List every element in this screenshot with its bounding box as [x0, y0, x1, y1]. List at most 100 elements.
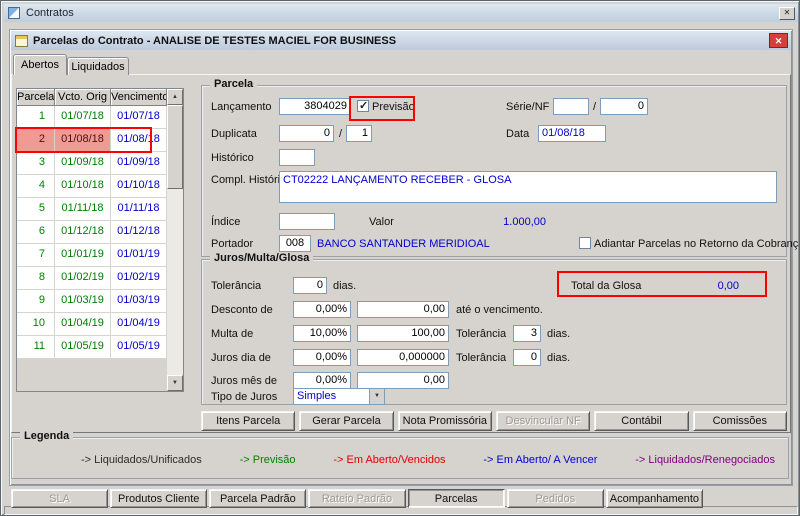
multa-pct-input[interactable]: 10,00%	[293, 325, 351, 342]
legend-title: Legenda	[20, 430, 74, 442]
cell-parcela: 1	[17, 106, 55, 129]
indice-input[interactable]	[279, 213, 335, 230]
multa-tolerancia-input[interactable]: 3	[513, 325, 541, 342]
indice-label: Índice	[211, 216, 241, 228]
dialog-titlebar[interactable]: Parcelas do Contrato - ANALISE DE TESTES…	[11, 31, 791, 50]
lancamento-input[interactable]: 3804029	[279, 98, 351, 115]
legend-item-em-aberto-vencidos: -> Em Aberto/Vencidos	[333, 454, 446, 466]
cell-parcela: 4	[17, 175, 55, 198]
data-input[interactable]: 01/08/18	[538, 125, 606, 142]
cell-venc: 01/11/18	[111, 198, 167, 221]
cell-parcela: 3	[17, 152, 55, 175]
cell-venc: 01/05/19	[111, 336, 167, 359]
juros-mes-pct-input[interactable]: 0,00%	[293, 372, 351, 389]
legend-item-em-aberto-a-vencer: -> Em Aberto/ A Vencer	[483, 454, 598, 466]
cell-vcto: 01/09/18	[55, 152, 111, 175]
nav-button-produtos-cliente[interactable]: Produtos Cliente	[110, 489, 208, 508]
tolerancia-input[interactable]: 0	[293, 277, 327, 294]
table-row-parcela-1[interactable]: 1 01/07/18 01/07/18	[17, 106, 167, 129]
ate-vencimento-label: até o vencimento.	[456, 304, 543, 316]
column-header-parcela[interactable]: Parcela	[17, 89, 55, 106]
serie-nf-label: Série/NF	[506, 101, 550, 113]
scroll-up-icon[interactable]: ▲	[167, 89, 183, 105]
juros-group-title: Juros/Multa/Glosa	[210, 252, 314, 264]
portador-label: Portador	[211, 238, 254, 250]
table-row-parcela-4[interactable]: 4 01/10/18 01/10/18	[17, 175, 167, 198]
dialog-title: Parcelas do Contrato - ANALISE DE TESTES…	[33, 34, 397, 47]
compl-historico-input[interactable]: CT02222 LANÇAMENTO RECEBER - GLOSA	[279, 171, 777, 203]
tab-liquidados[interactable]: Liquidados	[67, 57, 129, 75]
table-row-parcela-9[interactable]: 9 01/03/19 01/03/19	[17, 290, 167, 313]
table-row-parcela-10[interactable]: 10 01/04/19 01/04/19	[17, 313, 167, 336]
cell-venc: 01/08/18	[111, 129, 167, 152]
outer-titlebar[interactable]: Contratos ✕	[4, 4, 798, 22]
parcelas-grid: Parcela Vcto. Orig Vencimento 1 01/07/18 01/…	[16, 88, 184, 392]
action-button-contabil[interactable]: Contábil	[594, 411, 689, 431]
table-row-parcela-8[interactable]: 8 01/02/19 01/02/19	[17, 267, 167, 290]
action-button-desvincular-nf: Desvincular NF	[495, 411, 591, 431]
juros-dia-tolerancia-input[interactable]: 0	[513, 349, 541, 366]
cell-vcto: 01/02/19	[55, 267, 111, 290]
cell-parcela: 8	[17, 267, 55, 290]
tipo-juros-label: Tipo de Juros	[211, 391, 278, 403]
cell-venc: 01/09/18	[111, 152, 167, 175]
cell-venc: 01/01/19	[111, 244, 167, 267]
cell-parcela: 5	[17, 198, 55, 221]
nav-button-parcelas[interactable]: Parcelas	[407, 489, 505, 508]
table-row-parcela-6[interactable]: 6 01/12/18 01/12/18	[17, 221, 167, 244]
tab-abertos[interactable]: Abertos	[13, 54, 67, 75]
juros-dia-pct-input[interactable]: 0,00%	[293, 349, 351, 366]
dialog-close-button[interactable]: ✕	[769, 33, 788, 48]
outer-close-button[interactable]: ✕	[779, 6, 795, 20]
cell-vcto: 01/01/19	[55, 244, 111, 267]
scroll-down-icon[interactable]: ▼	[167, 375, 183, 391]
table-row-parcela-3[interactable]: 3 01/09/18 01/09/18	[17, 152, 167, 175]
valor-label: Valor	[369, 216, 394, 228]
combo-arrow-icon[interactable]: ▼	[369, 389, 384, 404]
juros-dia-valor-input[interactable]: 0,000000	[357, 349, 449, 366]
table-row-parcela-7[interactable]: 7 01/01/19 01/01/19	[17, 244, 167, 267]
duplicata-input[interactable]: 0	[279, 125, 334, 142]
parcelas-grid-rows: 1 01/07/18 01/07/18 2 01/08/18 01/08/18 3 01/09…	[17, 106, 167, 391]
nav-button-acompanhamento[interactable]: Acompanhamento	[605, 489, 703, 508]
cell-venc: 01/07/18	[111, 106, 167, 129]
juros-mes-valor-input[interactable]: 0,00	[357, 372, 449, 389]
desconto-label: Desconto de	[211, 304, 273, 316]
portador-code-input[interactable]: 008	[279, 235, 311, 252]
cell-parcela: 6	[17, 221, 55, 244]
desconto-pct-input[interactable]: 0,00%	[293, 301, 351, 318]
tipo-juros-select[interactable]: Simples ▼	[293, 388, 385, 405]
cell-vcto: 01/08/18	[55, 129, 111, 152]
column-header-vencimento[interactable]: Vencimento	[111, 89, 167, 106]
action-button-gerar-parcela[interactable]: Gerar Parcela	[299, 411, 394, 431]
total-glosa-label: Total da Glosa	[571, 280, 642, 292]
duplicata-seq-input[interactable]: 1	[346, 125, 372, 142]
historico-label: Histórico	[211, 152, 254, 164]
parcelas-scrollbar[interactable]: ▲ ▼	[167, 89, 183, 391]
action-button-nota-promissoria[interactable]: Nota Promissória	[397, 411, 492, 431]
column-header-vcto-orig[interactable]: Vcto. Orig	[55, 89, 111, 106]
cell-parcela: 2	[17, 129, 55, 152]
previsao-checkbox[interactable]	[357, 99, 369, 112]
cell-parcela: 10	[17, 313, 55, 336]
action-button-comissoes[interactable]: Comissões	[692, 411, 787, 431]
historico-input[interactable]	[279, 149, 315, 166]
table-row-parcela-11[interactable]: 11 01/05/19 01/05/19	[17, 336, 167, 359]
cell-vcto: 01/03/19	[55, 290, 111, 313]
adiantar-checkbox[interactable]	[579, 237, 591, 249]
scrollbar-thumb[interactable]	[167, 105, 183, 189]
serie-input[interactable]	[553, 98, 589, 115]
desconto-valor-input[interactable]: 0,00	[357, 301, 449, 318]
nav-button-parcela-padrao[interactable]: Parcela Padrão	[209, 489, 307, 508]
portador-name: BANCO SANTANDER MERIDIOAL	[317, 238, 490, 250]
table-row-parcela-5[interactable]: 5 01/11/18 01/11/18	[17, 198, 167, 221]
multa-valor-input[interactable]: 100,00	[357, 325, 449, 342]
action-button-itens-parcela[interactable]: Itens Parcela	[201, 411, 296, 431]
legend-item-previsao: -> Previsão	[239, 454, 296, 466]
table-row-parcela-2[interactable]: 2 01/08/18 01/08/18	[17, 129, 167, 152]
nf-input[interactable]: 0	[600, 98, 648, 115]
action-button-bar: Itens Parcela Gerar Parcela Nota Promissór…	[201, 411, 787, 431]
juros-mes-label: Juros mês de	[211, 375, 278, 387]
cell-venc: 01/03/19	[111, 290, 167, 313]
duplicata-label: Duplicata	[211, 128, 257, 140]
